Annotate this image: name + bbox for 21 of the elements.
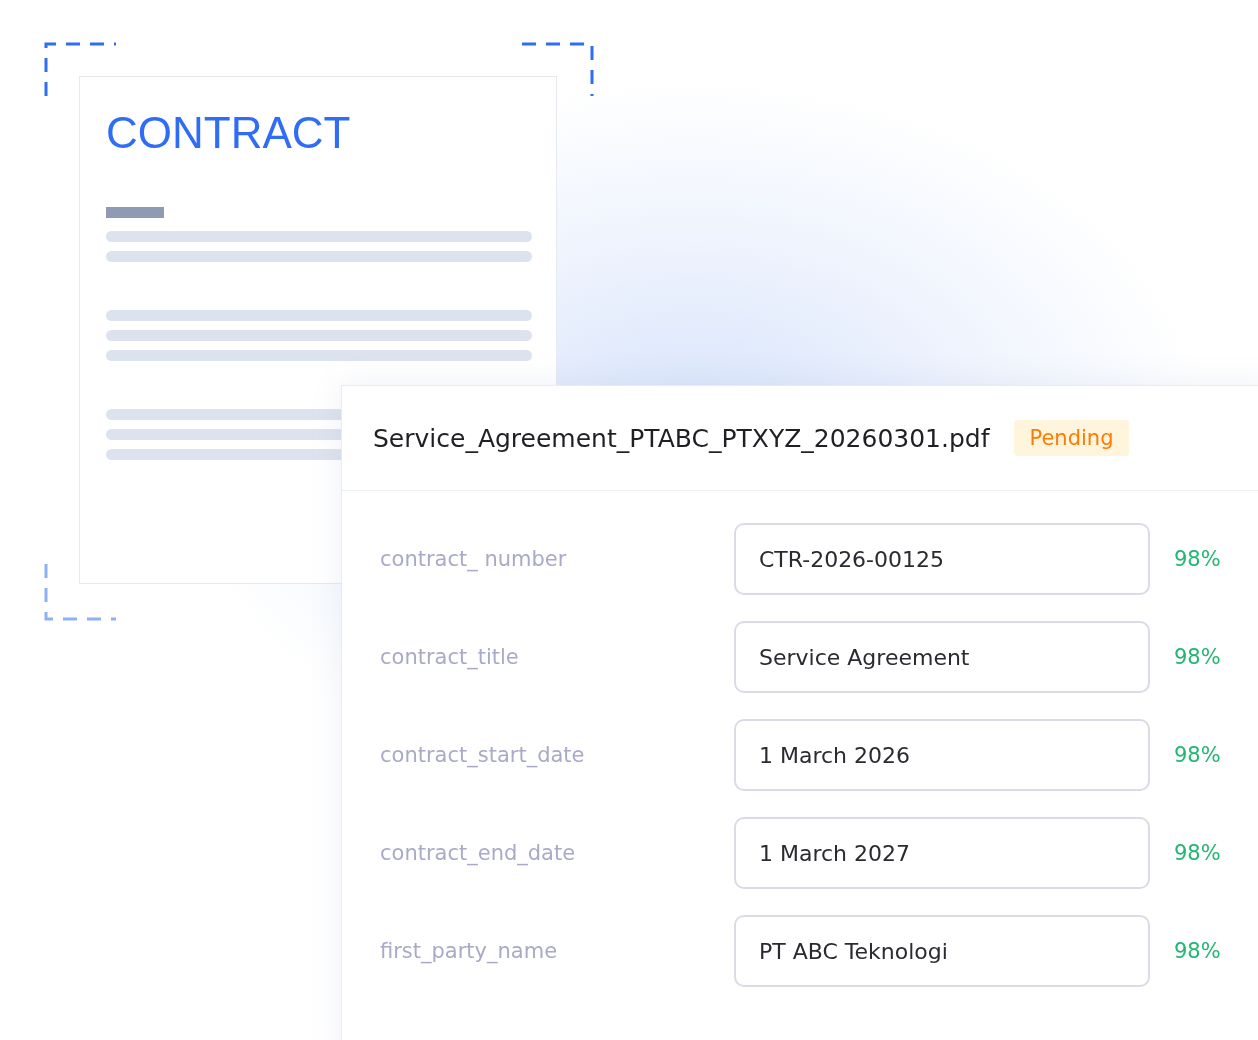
confidence-score: 98%	[1174, 743, 1222, 767]
status-badge: Pending	[1013, 420, 1130, 456]
frame-corner-icon	[44, 42, 118, 98]
frame-corner-icon	[44, 562, 118, 622]
frame-corner-icon	[520, 42, 595, 98]
field-label: contract_start_date	[380, 743, 586, 767]
value-field[interactable]: Service Agreement	[734, 621, 1150, 693]
field-label: first_party_name	[380, 939, 559, 963]
confidence-score: 98%	[1174, 939, 1222, 963]
value-field[interactable]: 1 March 2026	[734, 719, 1150, 791]
field-label: contract_title	[380, 645, 520, 669]
document-title: CONTRACT	[106, 107, 352, 159]
field-label: contract_ number	[380, 547, 568, 571]
value-field[interactable]: 1 March 2027	[734, 817, 1150, 889]
value-field[interactable]: CTR-2026-00125	[734, 523, 1150, 595]
file-name: Service_Agreement_PTABC_PTXYZ_20260301.pdf	[373, 423, 990, 453]
confidence-score: 98%	[1174, 841, 1222, 865]
field-label: contract_end_date	[380, 841, 577, 865]
confidence-score: 98%	[1174, 547, 1222, 571]
confidence-score: 98%	[1174, 645, 1222, 669]
value-field[interactable]: PT ABC Teknologi	[734, 915, 1150, 987]
